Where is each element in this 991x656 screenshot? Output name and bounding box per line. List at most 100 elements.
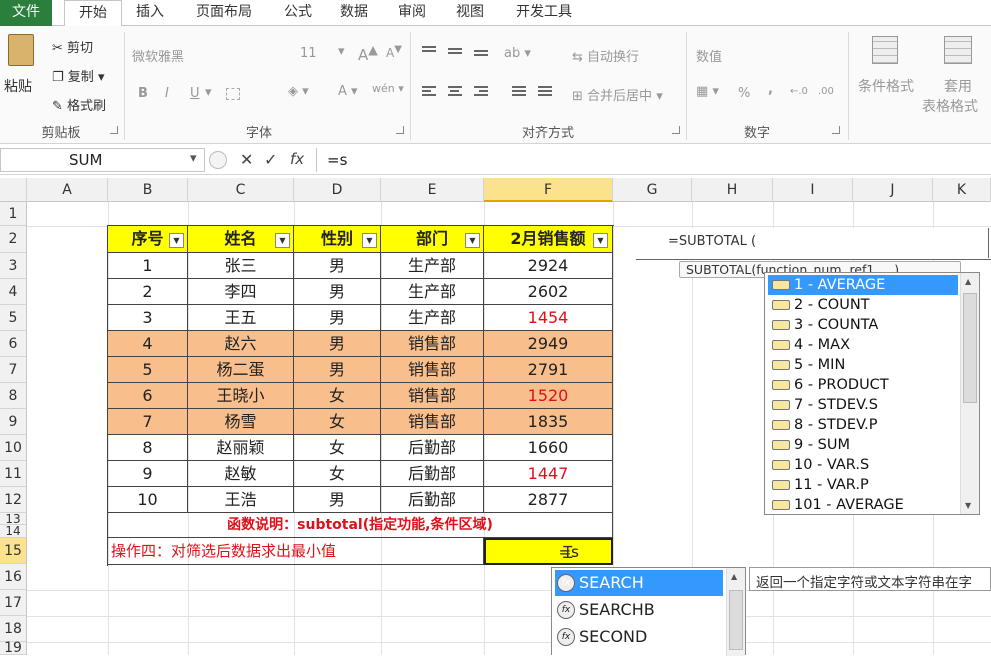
scroll-up-icon[interactable]: ▲ — [731, 572, 737, 581]
table-cell[interactable]: 男 — [294, 487, 381, 513]
row-header[interactable]: 6 — [0, 331, 27, 357]
subtotal-option[interactable]: 2 - COUNT — [768, 295, 958, 315]
row-header[interactable]: 2 — [0, 226, 27, 253]
function-note[interactable]: 函数说明：subtotal(指定功能,条件区域) — [108, 513, 613, 538]
format-as-table-line1[interactable]: 套用 — [944, 76, 972, 96]
row-header[interactable]: 11 — [0, 461, 27, 487]
column-header[interactable]: E — [381, 178, 484, 202]
formula-bar-toggle-icon[interactable] — [209, 151, 227, 169]
autocomplete-scrollbar[interactable]: ▲ — [726, 568, 745, 656]
format-as-table-line2[interactable]: 表格格式 — [922, 96, 978, 116]
align-center-icon[interactable] — [448, 84, 462, 98]
column-header[interactable]: D — [294, 178, 381, 202]
table-cell[interactable]: 女 — [294, 383, 381, 409]
table-cell[interactable]: 1454 — [484, 305, 613, 331]
table-cell[interactable]: 销售部 — [381, 357, 484, 383]
active-cell-f15[interactable]: =s — [484, 538, 613, 565]
subtotal-option[interactable]: 11 - VAR.P — [768, 475, 958, 495]
filter-dropdown-icon[interactable]: ▼ — [169, 233, 184, 248]
row-header[interactable]: 5 — [0, 305, 27, 331]
subtotal-option[interactable]: 101 - AVERAGE — [768, 495, 958, 515]
row-header[interactable]: 14 — [0, 525, 27, 538]
table-cell[interactable]: 1447 — [484, 461, 613, 487]
italic-button[interactable]: I — [165, 86, 169, 101]
table-cell[interactable]: 2602 — [484, 279, 613, 305]
align-middle-icon[interactable] — [448, 46, 462, 56]
scroll-up-icon[interactable]: ▲ — [965, 277, 971, 286]
row-header[interactable]: 7 — [0, 357, 27, 383]
subtotal-option[interactable]: 7 - STDEV.S — [768, 395, 958, 415]
increase-decimal-icon[interactable]: ←.0 — [790, 86, 808, 97]
row-header[interactable]: 12 — [0, 487, 27, 513]
table-cell[interactable]: 男 — [294, 253, 381, 279]
column-header[interactable]: I — [773, 178, 853, 202]
row-header[interactable]: 3 — [0, 253, 27, 279]
underline-button[interactable]: U — [190, 86, 200, 101]
currency-icon[interactable]: ▦ ▾ — [696, 84, 719, 99]
tab-developer[interactable]: 开发工具 — [504, 0, 584, 26]
subtotal-option[interactable]: 6 - PRODUCT — [768, 375, 958, 395]
column-header[interactable]: A — [27, 178, 108, 202]
table-cell[interactable]: 王五 — [188, 305, 294, 331]
merge-center-button[interactable]: ⊞ 合并后居中 ▾ — [572, 85, 663, 104]
filter-dropdown-icon[interactable]: ▼ — [275, 233, 290, 248]
table-cell[interactable]: 生产部 — [381, 279, 484, 305]
operation-text[interactable]: 操作四：对筛选后数据求出最小值 — [108, 538, 484, 565]
number-launcher-icon[interactable] — [832, 126, 840, 134]
table-cell[interactable]: 8 — [108, 435, 188, 461]
table-cell[interactable]: 张三 — [188, 253, 294, 279]
table-cell[interactable]: 销售部 — [381, 331, 484, 357]
decrease-decimal-icon[interactable]: .00 — [818, 86, 834, 97]
underline-dropdown-icon[interactable]: ▾ — [205, 85, 212, 100]
row-header[interactable]: 1 — [0, 202, 27, 226]
scroll-down-icon[interactable]: ▼ — [965, 501, 971, 510]
tab-data[interactable]: 数据 — [330, 0, 378, 26]
table-cell[interactable]: 赵丽颖 — [188, 435, 294, 461]
autocomplete-item[interactable]: fx SEARCH — [555, 570, 723, 596]
tab-insert[interactable]: 插入 — [126, 0, 174, 26]
table-cell[interactable]: 9 — [108, 461, 188, 487]
subtotal-option[interactable]: 4 - MAX — [768, 335, 958, 355]
align-top-icon[interactable] — [422, 44, 436, 54]
insert-function-icon[interactable]: fx — [290, 150, 304, 168]
subtotal-option[interactable]: 1 - AVERAGE — [768, 275, 958, 295]
table-cell[interactable]: 1835 — [484, 409, 613, 435]
filter-dropdown-icon[interactable]: ▼ — [362, 233, 377, 248]
tab-file[interactable]: 文件 — [0, 0, 52, 26]
font-launcher-icon[interactable] — [396, 126, 404, 134]
column-header[interactable]: B — [108, 178, 188, 202]
row-header[interactable]: 10 — [0, 435, 27, 461]
autocomplete-item[interactable]: fx SECOND — [555, 624, 723, 650]
clipboard-launcher-icon[interactable] — [110, 126, 118, 134]
filter-dropdown-icon[interactable]: ▼ — [465, 233, 480, 248]
table-cell[interactable]: 赵六 — [188, 331, 294, 357]
cancel-icon[interactable]: ✕ — [240, 150, 253, 169]
decrease-indent-icon[interactable] — [512, 84, 526, 98]
column-header[interactable]: G — [613, 178, 692, 202]
table-cell[interactable]: 销售部 — [381, 409, 484, 435]
conditional-format-button[interactable]: 条件格式 — [858, 76, 914, 96]
options-scrollbar[interactable]: ▲ ▼ — [960, 273, 979, 514]
table-cell[interactable]: 生产部 — [381, 305, 484, 331]
format-painter-button[interactable]: ✎ 格式刷 — [52, 95, 106, 114]
tab-view[interactable]: 视图 — [446, 0, 494, 26]
table-cell[interactable]: 后勤部 — [381, 461, 484, 487]
table-cell[interactable]: 杨二蛋 — [188, 357, 294, 383]
table-cell[interactable]: 7 — [108, 409, 188, 435]
column-header[interactable]: H — [692, 178, 773, 202]
table-cell[interactable]: 5 — [108, 357, 188, 383]
subtotal-option[interactable]: 5 - MIN — [768, 355, 958, 375]
align-left-icon[interactable] — [422, 84, 436, 98]
table-cell[interactable]: 1 — [108, 253, 188, 279]
table-cell[interactable]: 1660 — [484, 435, 613, 461]
cut-button[interactable]: ✂ 剪切 — [52, 37, 93, 56]
border-icon[interactable] — [226, 88, 240, 100]
increase-indent-icon[interactable] — [538, 84, 552, 98]
table-cell[interactable]: 男 — [294, 305, 381, 331]
column-header[interactable]: J — [853, 178, 933, 202]
copy-button[interactable]: ❐ 复制 ▾ — [52, 66, 104, 85]
font-color-icon[interactable]: A ▾ — [338, 84, 358, 99]
shrink-font-icon[interactable]: A▼ — [386, 44, 402, 60]
table-cell[interactable]: 2949 — [484, 331, 613, 357]
name-box-dropdown-icon[interactable]: ▾ — [190, 151, 197, 166]
